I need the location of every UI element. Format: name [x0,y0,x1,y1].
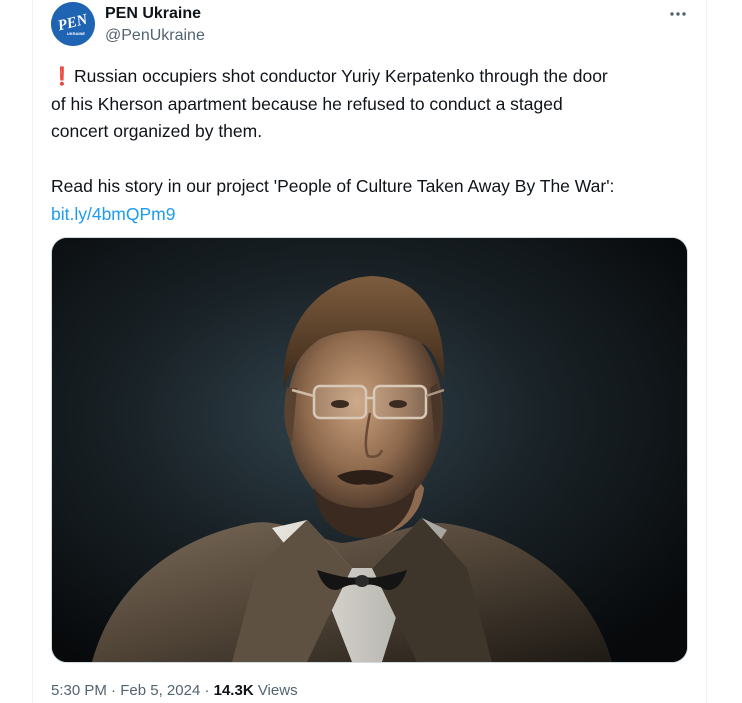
tweet-line: of his Kherson apartment because he refu… [51,93,563,114]
views-count: 14.3K [213,682,254,699]
story-link[interactable]: bit.ly/4bmQPm9 [51,204,175,224]
tweet-card: PEN UKRAINE PEN Ukraine @PenUkraine ❗Rus… [0,0,742,703]
meta-separator: · [111,682,117,699]
tweet-header: PEN UKRAINE PEN Ukraine @PenUkraine [51,2,691,50]
meta-separator: · [204,682,210,699]
author-name[interactable]: PEN Ukraine [105,4,201,24]
pen-ukraine-logo-icon: PEN UKRAINE [51,2,95,46]
tweet-link-line: bit.ly/4bmQPm9 [51,201,701,229]
tweet-date[interactable]: Feb 5, 2024 [120,682,200,699]
tweet-line: Read his story in our project 'People of… [51,176,615,196]
timeline-border-right [706,0,707,703]
avatar-sub-text: UKRAINE [67,31,86,36]
tweet-line: Russian occupiers shot conductor Yuriy K… [74,66,608,86]
timeline-border-left [32,0,33,703]
tweet-line: concert organized by them. [51,121,263,141]
tweet-media-image[interactable] [51,237,688,663]
more-options-button[interactable] [665,2,691,26]
exclamation-icon: ❗ [51,66,73,86]
portrait-image [52,238,687,662]
tweet-metadata: 5:30 PM · Feb 5, 2024 · 14.3K Views [51,681,298,701]
more-dots-icon [670,12,686,16]
tweet-text: ❗Russian occupiers shot conductor Yuriy … [51,63,701,228]
tweet-time[interactable]: 5:30 PM [51,682,107,699]
avatar[interactable]: PEN UKRAINE [51,2,95,46]
tweet-paragraph: ❗Russian occupiers shot conductor Yuriy … [51,63,701,91]
author-handle[interactable]: @PenUkraine [105,26,205,46]
views-label: Views [257,682,298,699]
